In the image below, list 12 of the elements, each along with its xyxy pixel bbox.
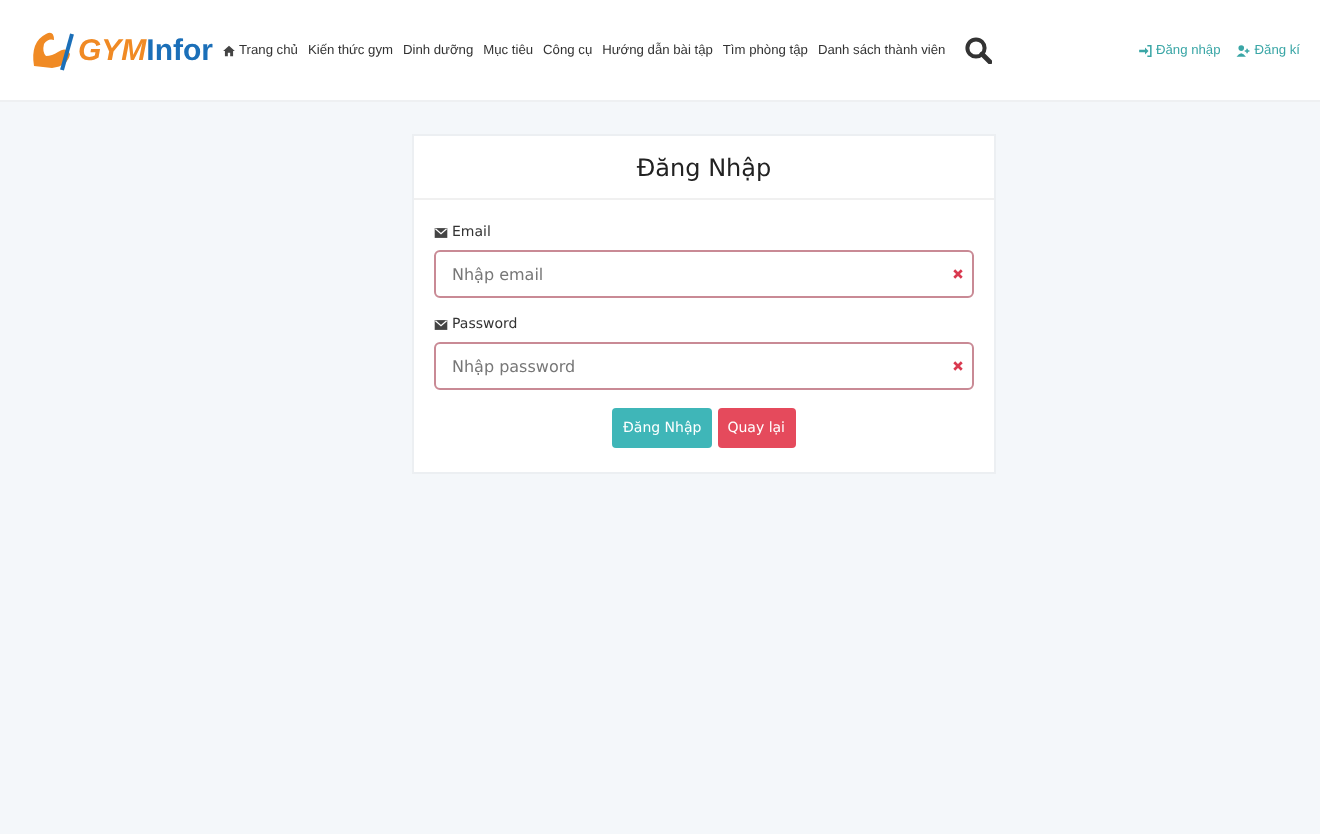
close-icon — [952, 360, 964, 372]
card-title: Đăng Nhập — [414, 136, 994, 200]
close-icon — [952, 268, 964, 280]
home-icon — [221, 43, 235, 57]
envelope-icon — [434, 225, 448, 239]
sign-in-icon — [1138, 43, 1152, 57]
logo[interactable]: GYMInfor — [28, 26, 213, 74]
input-field[interactable]: Nhập email — [434, 250, 974, 298]
input-field[interactable]: Nhập password — [434, 342, 974, 390]
search-icon — [963, 36, 992, 64]
user-add-icon — [1236, 43, 1251, 57]
envelope-icon — [434, 317, 448, 331]
